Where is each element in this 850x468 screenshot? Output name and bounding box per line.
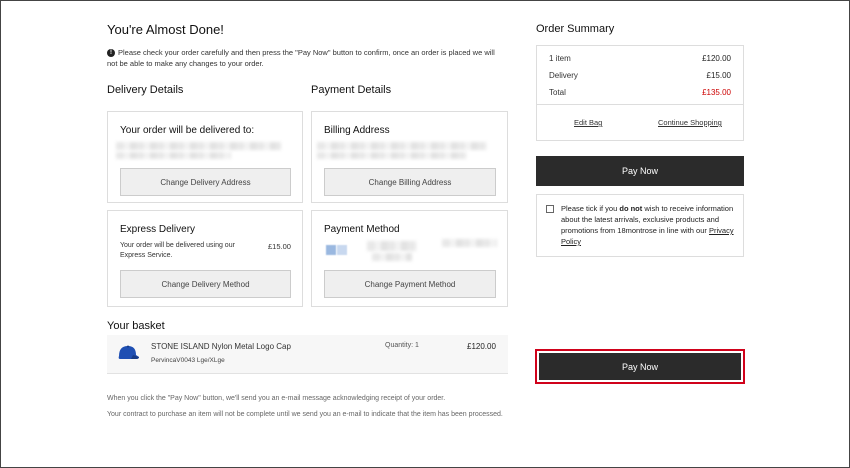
basket-item-price: £120.00 [467, 342, 496, 351]
redacted-address [317, 152, 467, 159]
card-logo-icon [326, 245, 336, 255]
basket-item-variant: PervincaV0043 Lge/XLge [151, 357, 225, 364]
summary-total-label: Total [549, 88, 566, 97]
card-logo-icon [337, 245, 347, 255]
delivery-address-title: Your order will be delivered to: [120, 125, 255, 136]
info-icon: ! [107, 49, 115, 58]
marketing-optout-checkbox[interactable] [546, 205, 554, 213]
redacted-address [116, 152, 231, 159]
basket-item-quantity: Quantity: 1 [385, 342, 419, 349]
delivery-method-box: Express Delivery Your order will be deli… [107, 210, 303, 307]
marketing-optout-text: Please tick if you do not wish to receiv… [561, 204, 734, 246]
basket-heading: Your basket [107, 320, 165, 332]
order-summary-heading: Order Summary [536, 23, 615, 35]
change-delivery-method-button[interactable]: Change Delivery Method [120, 270, 291, 298]
summary-items-label: 1 item [549, 54, 571, 63]
basket-item-row: STONE ISLAND Nylon Metal Logo Cap Pervin… [107, 335, 508, 374]
edit-bag-link[interactable]: Edit Bag [574, 118, 602, 127]
delivery-address-box: Your order will be delivered to: Change … [107, 111, 303, 203]
summary-items-value: £120.00 [702, 54, 731, 63]
delivery-method-title: Express Delivery [120, 224, 196, 235]
marketing-optout-box: Please tick if you do not wish to receiv… [536, 194, 744, 257]
pay-now-bottom-button[interactable]: Pay Now [539, 353, 741, 380]
redacted-card [442, 239, 497, 247]
redacted-card [367, 241, 417, 251]
change-delivery-address-button[interactable]: Change Delivery Address [120, 168, 291, 196]
delivery-method-price: £15.00 [268, 242, 291, 251]
order-notice: ! Please check your order carefully and t… [107, 48, 495, 68]
footer-acknowledgement: When you click the "Pay Now" button, we'… [107, 395, 446, 402]
billing-address-title: Billing Address [324, 125, 390, 136]
cap-product-icon [118, 345, 139, 359]
redacted-address [317, 142, 487, 150]
delivery-method-text: Your order will be delivered using our E… [120, 242, 235, 259]
summary-total-value: £135.00 [702, 88, 731, 97]
page-title: You're Almost Done! [107, 22, 224, 37]
basket-item-name[interactable]: STONE ISLAND Nylon Metal Logo Cap [151, 342, 291, 351]
payment-method-title: Payment Method [324, 224, 400, 235]
change-payment-method-button[interactable]: Change Payment Method [324, 270, 496, 298]
continue-shopping-link[interactable]: Continue Shopping [658, 118, 722, 127]
pay-now-button[interactable]: Pay Now [536, 156, 744, 186]
delivery-details-heading: Delivery Details [107, 84, 184, 96]
redacted-address [116, 142, 281, 150]
payment-method-box: Payment Method Change Payment Method [311, 210, 508, 307]
billing-address-box: Billing Address Change Billing Address [311, 111, 508, 203]
payment-details-heading: Payment Details [311, 84, 392, 96]
order-summary-box: 1 item £120.00 Delivery £15.00 Total £13… [536, 45, 744, 141]
redacted-card [372, 253, 412, 261]
summary-delivery-label: Delivery [549, 71, 578, 80]
change-billing-address-button[interactable]: Change Billing Address [324, 168, 496, 196]
summary-divider [537, 104, 743, 105]
footer-contract-note: Your contract to purchase an item will n… [107, 411, 503, 418]
summary-delivery-value: £15.00 [706, 71, 731, 80]
